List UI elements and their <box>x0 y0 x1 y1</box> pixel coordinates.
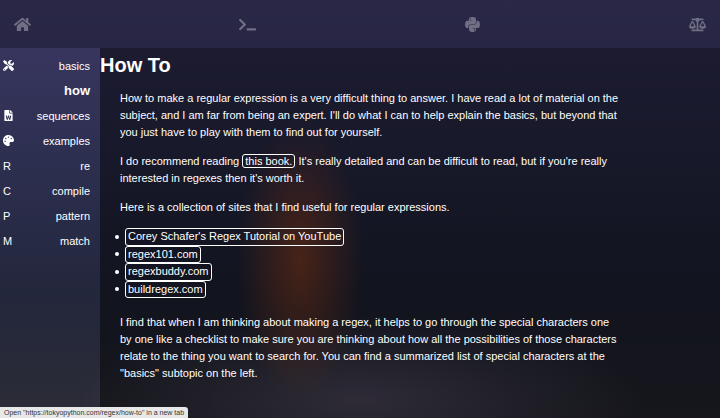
letter-icon: C <box>3 185 15 197</box>
link-list: Corey Schafer's Regex Tutorial on YouTub… <box>120 228 620 298</box>
sidebar-item[interactable]: sequences <box>0 103 100 128</box>
sidebar-item[interactable]: how <box>0 78 100 103</box>
sidebar-item[interactable]: Ccompile <box>0 178 100 203</box>
site-link[interactable]: Corey Schafer's Regex Tutorial on YouTub… <box>125 228 344 246</box>
paragraph: I do recommend reading this book. It's r… <box>120 153 620 187</box>
letter-icon: M <box>3 235 15 247</box>
top-bar <box>0 0 720 48</box>
bullet <box>115 235 119 239</box>
sidebar-item[interactable]: basics <box>0 53 100 78</box>
link-item: regex101.com <box>115 246 620 264</box>
paragraph: Here is a collection of sites that I fin… <box>120 199 620 216</box>
paragraph: I find that when I am thinking about mak… <box>120 314 620 382</box>
paragraph: How to make a regular expression is a ve… <box>120 90 620 141</box>
sidebar-item[interactable]: Rre <box>0 153 100 178</box>
site-link[interactable]: regexbuddy.com <box>125 263 212 281</box>
inline-link[interactable]: this book. <box>242 154 295 168</box>
bullet <box>115 252 119 256</box>
topic-icon <box>3 135 15 146</box>
scales-icon[interactable] <box>689 16 706 33</box>
site-link[interactable]: buildregex.com <box>125 281 206 299</box>
site-link[interactable]: regex101.com <box>125 246 201 264</box>
topic-icon <box>3 60 15 71</box>
content: How To How to make a regular expression i… <box>100 48 720 418</box>
letter-icon: R <box>3 160 15 172</box>
topic-icon <box>3 110 15 121</box>
page: basicshowsequencesexamplesRreCcompilePpa… <box>0 0 720 418</box>
page-title: How To <box>100 52 620 78</box>
home-icon[interactable] <box>14 16 31 33</box>
sidebar: basicshowsequencesexamplesRreCcompilePpa… <box>0 48 100 418</box>
link-item: Corey Schafer's Regex Tutorial on YouTub… <box>115 228 620 246</box>
sidebar-item[interactable]: examples <box>0 128 100 153</box>
link-item: regexbuddy.com <box>115 263 620 281</box>
python-icon[interactable] <box>464 16 481 33</box>
sidebar-item[interactable]: Ppattern <box>0 203 100 228</box>
bullet <box>115 270 119 274</box>
bullet <box>115 287 119 291</box>
sidebar-item[interactable]: Mmatch <box>0 228 100 253</box>
link-item: buildregex.com <box>115 281 620 299</box>
status-bar: Open "https://tokyopython.com/regex/how-… <box>0 407 188 418</box>
letter-icon: P <box>3 210 15 222</box>
terminal-icon[interactable] <box>239 16 256 33</box>
